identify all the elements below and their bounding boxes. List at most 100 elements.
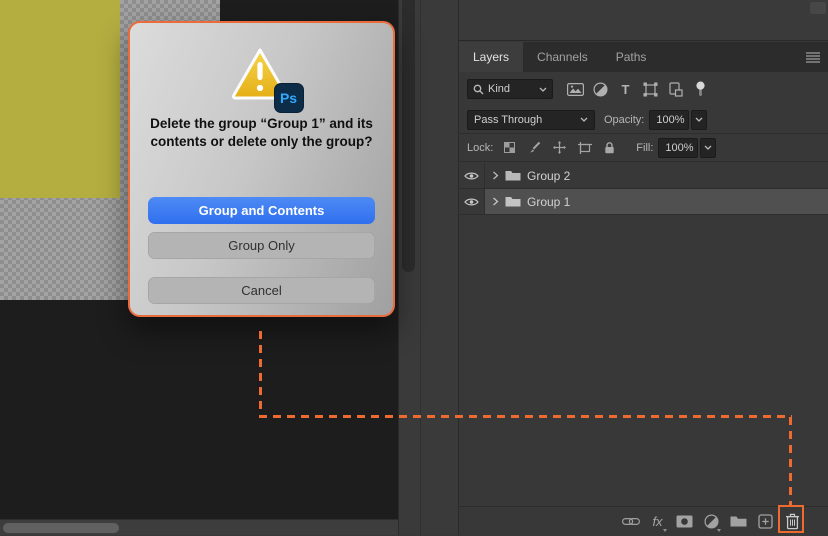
folder-icon (730, 515, 747, 528)
plus-square-icon (758, 514, 773, 529)
tab-layers-label: Layers (473, 50, 509, 64)
horizontal-scrollbar[interactable] (0, 519, 398, 535)
move-arrows-icon (553, 141, 566, 154)
group-only-button[interactable]: Group Only (148, 232, 375, 259)
brush-icon (528, 141, 541, 154)
new-group-button[interactable] (725, 507, 752, 536)
image-icon (567, 83, 584, 96)
gutter-divider (420, 0, 421, 535)
artboard-icon (578, 142, 592, 154)
caret-down-icon (663, 529, 667, 532)
checkerboard-icon (504, 142, 515, 153)
blend-mode-value: Pass Through (474, 114, 542, 126)
search-icon (473, 84, 484, 95)
panel-menu-button[interactable] (805, 51, 821, 63)
blend-opacity-row: Pass Through Opacity: 100% (459, 106, 828, 134)
tab-paths[interactable]: Paths (602, 42, 661, 72)
filter-toggle-button[interactable] (688, 81, 713, 97)
delete-group-dialog: Ps Delete the group “Group 1” and its co… (128, 21, 395, 317)
opacity-label: Opacity: (604, 114, 644, 126)
dialog-icon: Ps (230, 47, 294, 107)
layer-row-group-1[interactable]: Group 1 (459, 189, 828, 215)
shape-frame-icon (643, 82, 658, 97)
filter-kind-label: Kind (488, 83, 510, 95)
eye-icon (464, 197, 479, 207)
layers-list: Group 2 (459, 163, 828, 215)
layer-name: Group 2 (527, 169, 570, 183)
dialog-buttons: Group and Contents Group Only Cancel (148, 197, 375, 304)
chevron-down-icon (695, 117, 703, 122)
hamburger-menu-icon (806, 52, 820, 63)
link-layers-button[interactable] (617, 507, 644, 536)
adjustment-circle-icon (593, 82, 608, 97)
lock-all-button[interactable] (597, 141, 622, 154)
adjustment-circle-icon (704, 514, 719, 529)
caret-down-icon (717, 529, 721, 532)
photoshop-app-icon: Ps (274, 83, 304, 113)
blend-mode-select[interactable]: Pass Through (467, 110, 595, 130)
chevron-down-icon (704, 145, 712, 150)
panel-tab-bar: Layers Channels Paths (459, 42, 828, 72)
adjustment-layer-filter-button[interactable] (588, 82, 613, 97)
trash-icon (785, 513, 800, 530)
fill-input[interactable]: 100% (658, 138, 698, 158)
layers-footer-toolbar: fx (459, 506, 828, 535)
fill-dropdown-button[interactable] (700, 138, 716, 158)
tab-layers[interactable]: Layers (459, 42, 523, 72)
lock-fill-row: Lock: (459, 134, 828, 162)
fill-value: 100% (665, 142, 693, 154)
tab-channels-label: Channels (537, 50, 588, 64)
disclosure-chevron-icon[interactable] (492, 171, 499, 180)
mask-icon (676, 515, 693, 528)
new-adjustment-layer-button[interactable] (698, 507, 725, 536)
cancel-button[interactable]: Cancel (148, 277, 375, 304)
layer-name: Group 1 (527, 195, 570, 209)
horizontal-scrollbar-thumb[interactable] (3, 523, 119, 533)
yellow-rectangle-layer (0, 0, 120, 198)
lock-transparency-button[interactable] (497, 142, 522, 153)
layer-filter-row: Kind T (459, 73, 828, 105)
filter-toggle-pin-icon (696, 81, 705, 97)
pixel-layer-filter-button[interactable] (563, 83, 588, 96)
panel-above-strip (459, 0, 828, 41)
lock-pixels-button[interactable] (522, 141, 547, 154)
lock-label: Lock: (467, 142, 493, 154)
panel-gutter (398, 0, 458, 535)
filter-kind-select[interactable]: Kind (467, 79, 553, 99)
dialog-message: Delete the group “Group 1” and its conte… (147, 115, 376, 151)
type-layer-filter-button[interactable]: T (613, 82, 638, 97)
vertical-scrollbar-thumb[interactable] (402, 0, 415, 272)
panel-above-corner (810, 2, 826, 14)
fill-label: Fill: (636, 142, 653, 154)
layers-panel: Layers Channels Paths Kind (458, 0, 828, 535)
ps-badge-label: Ps (280, 90, 297, 106)
link-icon (622, 517, 640, 526)
shape-layer-filter-button[interactable] (638, 82, 663, 97)
chevron-down-icon (580, 117, 588, 122)
group-and-contents-button[interactable]: Group and Contents (148, 197, 375, 224)
folder-icon (505, 170, 521, 181)
layer-row-group-2[interactable]: Group 2 (459, 163, 828, 189)
opacity-value: 100% (656, 114, 684, 126)
visibility-toggle[interactable] (459, 189, 485, 215)
opacity-input[interactable]: 100% (649, 110, 689, 130)
type-icon: T (622, 82, 630, 97)
chevron-down-icon (539, 87, 547, 92)
disclosure-chevron-icon[interactable] (492, 197, 499, 206)
add-layer-mask-button[interactable] (671, 507, 698, 536)
opacity-dropdown-button[interactable] (691, 110, 707, 130)
delete-layer-button[interactable] (779, 507, 806, 536)
new-layer-button[interactable] (752, 507, 779, 536)
fx-icon: fx (652, 514, 662, 529)
smart-object-filter-button[interactable] (663, 82, 688, 97)
tab-paths-label: Paths (616, 50, 647, 64)
padlock-icon (604, 141, 615, 154)
eye-icon (464, 171, 479, 181)
lock-position-button[interactable] (547, 141, 572, 154)
lock-artboard-button[interactable] (572, 142, 597, 154)
smart-object-icon (669, 82, 683, 97)
layer-style-button[interactable]: fx (644, 507, 671, 536)
tab-channels[interactable]: Channels (523, 42, 602, 72)
folder-icon (505, 196, 521, 207)
visibility-toggle[interactable] (459, 163, 485, 189)
